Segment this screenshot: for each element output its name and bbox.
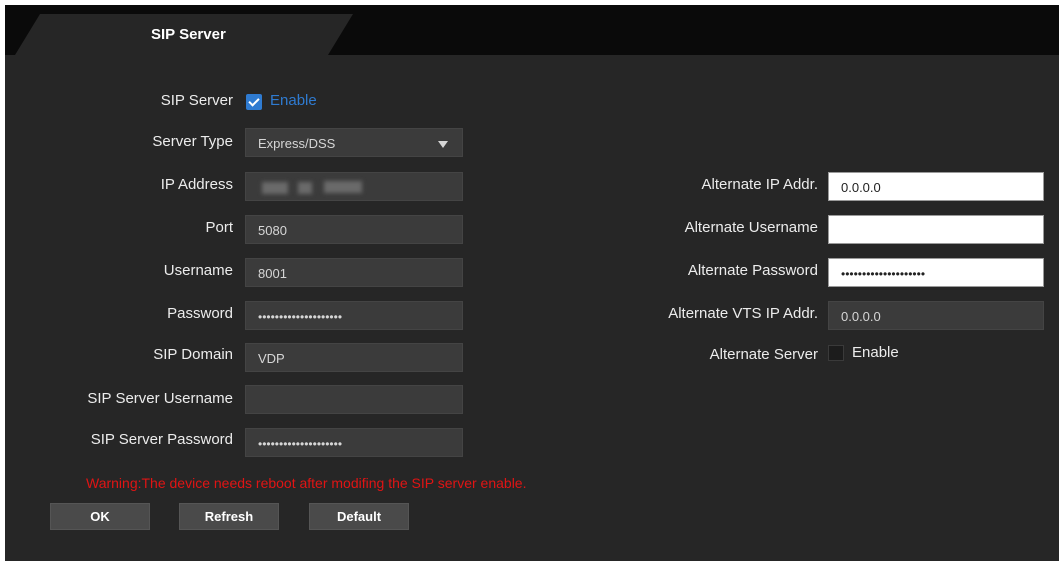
sip-server-username-label: SIP Server Username xyxy=(87,390,233,407)
alternate-username-field[interactable] xyxy=(828,215,1044,244)
password-label: Password xyxy=(167,305,233,322)
server-type-value: Express/DSS xyxy=(258,136,336,151)
sip-server-password-field[interactable]: •••••••••••••••••••• xyxy=(245,428,463,457)
reboot-warning-text: Warning:The device needs reboot after mo… xyxy=(86,475,527,491)
alternate-password-label: Alternate Password xyxy=(687,262,818,279)
sip-domain-field[interactable]: VDP xyxy=(245,343,463,372)
sip-server-password-label: SIP Server Password xyxy=(90,431,233,448)
sip-server-label: SIP Server xyxy=(160,92,233,109)
chevron-down-icon xyxy=(438,141,448,148)
sip-server-enable-label[interactable]: Enable xyxy=(270,92,317,109)
port-field[interactable]: 5080 xyxy=(245,215,463,244)
server-type-select[interactable]: Express/DSS xyxy=(245,128,463,157)
alternate-vts-ip-label: Alternate VTS IP Addr. xyxy=(668,305,818,322)
alternate-username-label: Alternate Username xyxy=(684,219,818,236)
alternate-vts-ip-field[interactable]: 0.0.0.0 xyxy=(828,301,1044,330)
port-label: Port xyxy=(205,219,233,236)
default-button[interactable]: Default xyxy=(309,503,409,530)
redacted-ip-block-3 xyxy=(324,181,362,193)
alternate-ip-label: Alternate IP Addr. xyxy=(701,176,818,193)
ip-address-label: IP Address xyxy=(160,176,233,193)
alternate-ip-field[interactable]: 0.0.0.0 xyxy=(828,172,1044,201)
alternate-server-enable-checkbox[interactable] xyxy=(828,345,844,361)
username-label: Username xyxy=(163,262,233,279)
sip-server-enable-checkbox[interactable] xyxy=(246,94,262,110)
sip-server-username-field[interactable] xyxy=(245,385,463,414)
ip-address-field[interactable] xyxy=(245,172,463,201)
sip-domain-label: SIP Domain xyxy=(153,346,233,363)
tab-sip-server-label: SIP Server xyxy=(151,26,226,43)
server-type-label: Server Type xyxy=(152,133,233,150)
username-field[interactable]: 8001 xyxy=(245,258,463,287)
alternate-password-field[interactable]: •••••••••••••••••••• xyxy=(828,258,1044,287)
refresh-button[interactable]: Refresh xyxy=(179,503,279,530)
redacted-ip-block-2 xyxy=(298,182,312,194)
redacted-ip-block-1 xyxy=(262,182,288,194)
ok-button[interactable]: OK xyxy=(50,503,150,530)
alternate-server-label: Alternate Server xyxy=(709,346,818,363)
alternate-server-enable-label[interactable]: Enable xyxy=(852,344,899,361)
password-field[interactable]: •••••••••••••••••••• xyxy=(245,301,463,330)
tab-strip: SIP Server xyxy=(5,5,1059,55)
